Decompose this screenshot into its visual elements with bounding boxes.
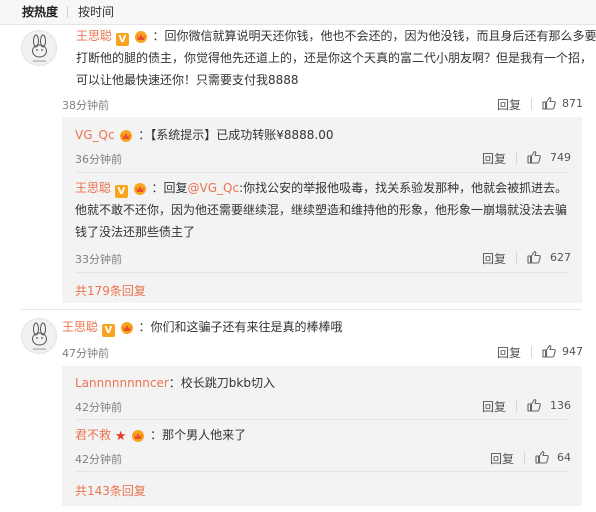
reply-text-line-1: 君不救 ★ ：那个男人他来了 xyxy=(75,424,246,448)
reply-text-line-2: 他就不敢不还你，因为他还需要继续混，继续塑造和维持他的形象，他形象一崩塌就没法去… xyxy=(75,203,568,217)
like-count: 871 xyxy=(562,97,583,110)
reply-separator xyxy=(75,471,569,472)
comment-text-line-1: 王思聪 V ：你们和这骗子还有来往是真的棒棒哦 xyxy=(62,316,343,338)
thumbs-up-icon[interactable] xyxy=(541,95,557,111)
reply-button[interactable]: 回复 xyxy=(482,398,506,415)
thumbs-up-icon[interactable] xyxy=(526,249,542,265)
like-count: 136 xyxy=(550,399,571,412)
reply-author[interactable]: VG_Qc xyxy=(75,128,115,142)
thumbs-up-icon[interactable] xyxy=(534,449,550,465)
tab-by-time[interactable]: 按时间 xyxy=(78,3,114,20)
tab-divider xyxy=(67,6,68,18)
reply-time: 42分钟前 xyxy=(75,401,122,414)
action-divider xyxy=(531,346,532,358)
reply-button[interactable]: 回复 xyxy=(497,344,521,361)
comment-author[interactable]: 王思聪 xyxy=(62,320,98,334)
reply-text: ：那个男人他来了 xyxy=(150,428,247,442)
mention-link[interactable]: @VG_Qc xyxy=(188,181,240,195)
vip-crown-icon xyxy=(134,31,147,43)
reply-separator xyxy=(75,272,569,273)
reply-text: ：【系统提示】已成功转账¥8888.00 xyxy=(138,128,334,142)
rabbit-avatar-icon xyxy=(32,322,47,350)
reply-text-line-1: Lannnnnnnncer：校长跳刀bkb切入 xyxy=(75,372,275,394)
verified-icon: V xyxy=(115,33,129,46)
more-replies-link[interactable]: 共143条回复 xyxy=(75,482,146,499)
comment-time: 38分钟前 xyxy=(62,99,109,112)
vip-crown-icon xyxy=(133,183,146,195)
thumbs-up-icon[interactable] xyxy=(526,149,542,165)
more-replies-link[interactable]: 共179条回复 xyxy=(75,282,146,299)
reply-author[interactable]: 王思聪 xyxy=(75,181,111,195)
reply-author[interactable]: 君不救 xyxy=(75,428,111,442)
thumbs-up-icon[interactable] xyxy=(526,397,542,413)
action-divider xyxy=(531,98,532,110)
reply-author[interactable]: Lannnnnnnncer xyxy=(75,376,169,390)
comment-separator xyxy=(21,309,582,310)
like-count: 749 xyxy=(550,151,571,164)
verified-icon: V xyxy=(114,185,128,198)
reply-button[interactable]: 回复 xyxy=(490,450,514,467)
reply-time: 42分钟前 xyxy=(75,453,122,466)
vip-crown-icon xyxy=(132,430,145,442)
avatar[interactable] xyxy=(21,318,57,354)
action-divider xyxy=(516,252,517,264)
like-count: 947 xyxy=(562,345,583,358)
comment-text-line-3: 可以让他最快速还你！只需要支付我8888 xyxy=(76,73,299,87)
reply-time: 36分钟前 xyxy=(75,153,122,166)
action-divider xyxy=(516,400,517,412)
like-count: 627 xyxy=(550,251,571,264)
reply-text-line-1: 王思聪 V ：回复@VG_Qc:你找公安的举报他吸毒，找关系验发那种，他就会被抓… xyxy=(75,177,567,199)
reply-text-line-3: 钱了没法还那些债主了 xyxy=(75,225,196,239)
vip-crown-icon xyxy=(120,130,133,142)
reply-text: ：校长跳刀bkb切入 xyxy=(168,376,275,390)
reply-button[interactable]: 回复 xyxy=(497,96,521,113)
star-icon: ★ xyxy=(114,429,127,444)
reply-separator xyxy=(75,419,569,420)
vip-crown-icon xyxy=(120,322,133,334)
reply-prefix: ：回复 xyxy=(151,181,188,195)
tab-by-hot[interactable]: 按热度 xyxy=(22,3,58,20)
comment-text-line-2: 打断他的腿的债主，你觉得他先还道上的，还是你这个天真的富二代小朋友啊？但是我有一… xyxy=(76,51,593,65)
comment-text-line-1: 王思聪 V ：回你微信就算说明天还你钱，他也不会还的，因为他没钱，而且身后还有那… xyxy=(76,25,596,47)
avatar[interactable] xyxy=(21,30,57,66)
reply-button[interactable]: 回复 xyxy=(482,150,506,167)
comment-author[interactable]: 王思聪 xyxy=(76,29,112,43)
verified-icon: V xyxy=(101,324,115,337)
comment-text: ：回你微信就算说明天还你钱，他也不会还的，因为他没钱，而且身后还有那么多要 xyxy=(152,29,596,43)
reply-text-line-1: VG_Qc ：【系统提示】已成功转账¥8888.00 xyxy=(75,124,333,146)
like-count: 64 xyxy=(557,451,571,464)
rabbit-avatar-icon xyxy=(32,34,47,62)
reply-button[interactable]: 回复 xyxy=(482,250,506,267)
reply-text: :你找公安的举报他吸毒，找关系验发那种，他就会被抓进去。 xyxy=(239,181,568,195)
action-divider xyxy=(516,152,517,164)
comment-text: ：你们和这骗子还有来往是真的棒棒哦 xyxy=(138,320,343,334)
reply-time: 33分钟前 xyxy=(75,253,122,266)
comment-time: 47分钟前 xyxy=(62,347,109,360)
reply-separator xyxy=(75,172,569,173)
thumbs-up-icon[interactable] xyxy=(541,343,557,359)
action-divider xyxy=(524,452,525,464)
